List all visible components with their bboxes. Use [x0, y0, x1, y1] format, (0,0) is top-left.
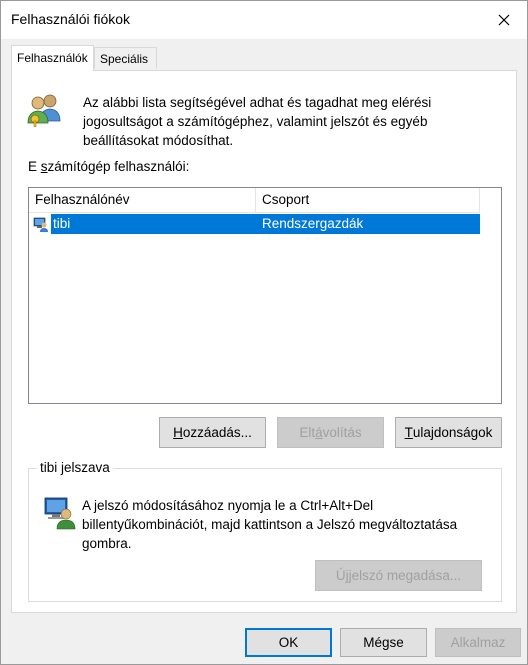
- users-list-label-accel: s: [40, 159, 48, 174]
- users-listview[interactable]: Felhasználónév Csoport tibi Rendszergazd…: [28, 187, 502, 404]
- users-list-label: E számítógép felhasználói:: [28, 159, 189, 174]
- add-button-accel: H: [173, 425, 183, 440]
- password-groupbox: tibi jelszava A jelszó módosításához nyo…: [28, 459, 502, 602]
- set-password-button-post: jelszó megadása...: [348, 568, 462, 583]
- remove-button-accel: á: [315, 425, 323, 440]
- apply-button[interactable]: Alkalmaz: [435, 628, 521, 657]
- users-list-label-prefix: E: [28, 159, 41, 174]
- column-header-username[interactable]: Felhasználónév: [29, 188, 256, 212]
- row-group: Rendszergazdák: [262, 216, 364, 231]
- properties-button-post: ulajdonságok: [412, 425, 493, 440]
- users-icon: [27, 94, 61, 127]
- user-account-icon: [33, 217, 48, 232]
- close-icon: [498, 14, 510, 26]
- password-group-title: tibi jelszava: [37, 459, 113, 477]
- listview-header: Felhasználónév Csoport: [29, 188, 480, 213]
- password-help-text: A jelszó módosításához nyomja le a Ctrl+…: [82, 498, 458, 551]
- users-list-label-rest: zámítógép felhasználói:: [47, 159, 190, 174]
- tab-strip: Felhasználók Speciális: [11, 45, 517, 71]
- remove-button[interactable]: Elt á volítás: [277, 417, 384, 448]
- tab-users[interactable]: Felhasználók: [11, 45, 94, 71]
- remove-button-pre: Elt: [299, 425, 316, 440]
- properties-button-accel: T: [404, 425, 413, 440]
- row-username: tibi: [53, 216, 71, 231]
- tab-advanced[interactable]: Speciális: [94, 47, 157, 69]
- cancel-button[interactable]: Mégse: [340, 628, 427, 657]
- set-password-button-pre: Ú: [335, 568, 346, 583]
- window-title: Felhasználói fiókok: [11, 11, 131, 27]
- ok-button[interactable]: OK: [245, 628, 332, 657]
- user-computer-icon: [44, 497, 76, 530]
- remove-button-post: volítás: [322, 425, 362, 440]
- properties-button[interactable]: Tulajdonságok: [395, 417, 502, 448]
- add-button-post: ozzáadás...: [182, 425, 252, 440]
- column-header-group[interactable]: Csoport: [256, 188, 480, 212]
- close-button[interactable]: [481, 1, 527, 39]
- intro-text: Az alábbi lista segítségével adhat és ta…: [83, 95, 432, 148]
- title-bar: Felhasználói fiókok: [1, 1, 527, 39]
- add-button[interactable]: Hozzáadás...: [159, 417, 266, 448]
- table-row[interactable]: tibi Rendszergazdák: [31, 214, 480, 234]
- users-tab-panel: Az alábbi lista segítségével adhat és ta…: [11, 70, 517, 613]
- user-accounts-dialog: Felhasználói fiókok Felhasználók Speciál…: [0, 0, 528, 665]
- set-password-button[interactable]: Új jelszó megadása...: [315, 560, 482, 591]
